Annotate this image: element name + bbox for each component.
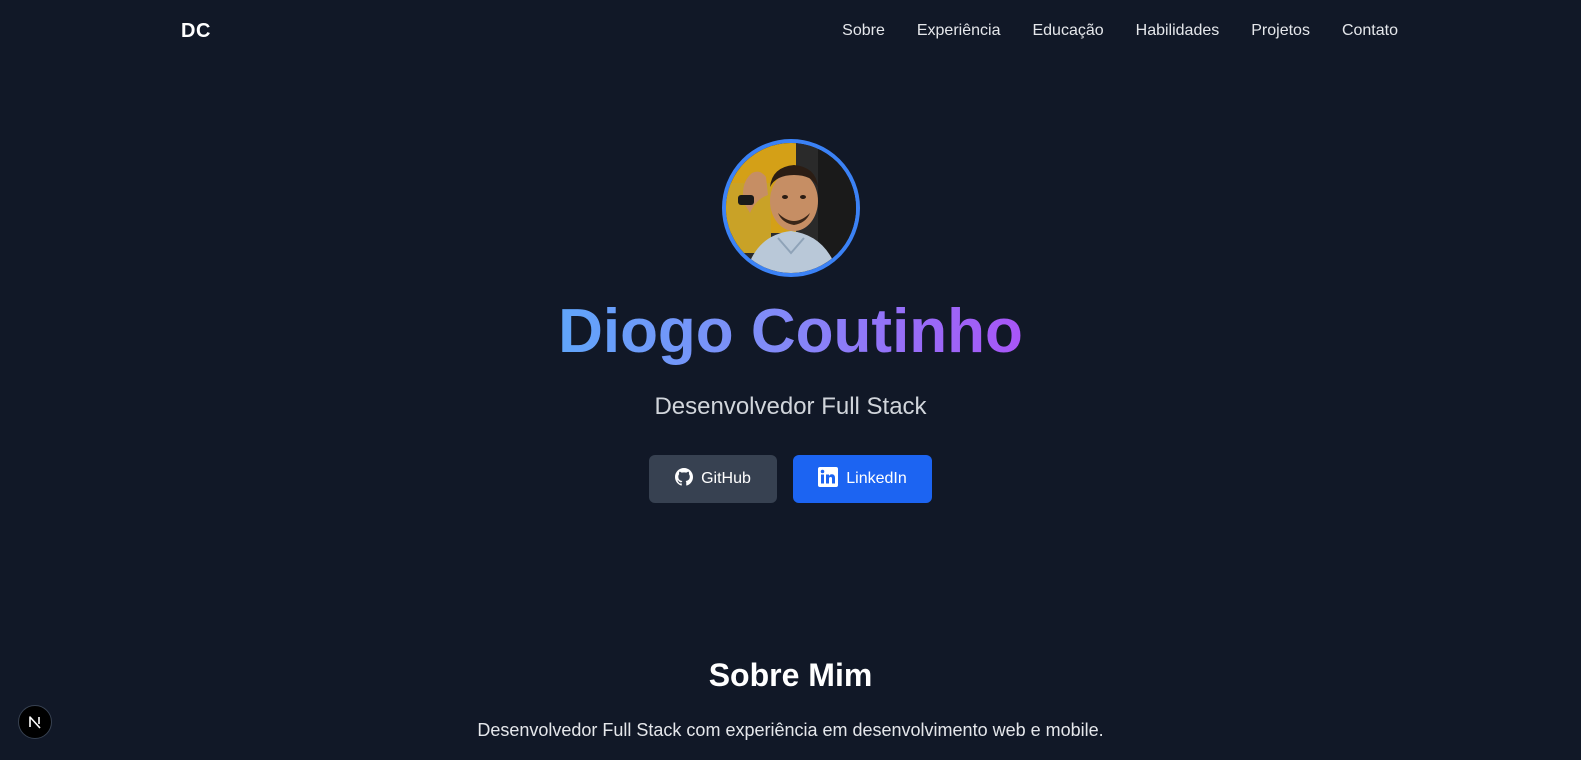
- nav-links: Sobre Experiência Educação Habilidades P…: [842, 22, 1398, 40]
- github-button-label: GitHub: [701, 470, 751, 487]
- hero-subtitle: Desenvolvedor Full Stack: [654, 393, 927, 420]
- avatar: [721, 139, 860, 277]
- hero-name: Diogo Coutinho: [558, 295, 1023, 369]
- nav-link-contato[interactable]: Contato: [1342, 22, 1398, 40]
- logo[interactable]: DC: [181, 20, 211, 43]
- linkedin-button[interactable]: LinkedIn: [793, 455, 932, 503]
- github-icon: [675, 467, 694, 491]
- nextjs-icon: [29, 716, 41, 729]
- github-button[interactable]: GitHub: [649, 455, 777, 503]
- nav-link-sobre[interactable]: Sobre: [842, 22, 885, 40]
- nav-link-experiencia[interactable]: Experiência: [917, 22, 1001, 40]
- linkedin-button-label: LinkedIn: [846, 470, 907, 487]
- about-title: Sobre Mim: [708, 657, 873, 693]
- about-text: Desenvolvedor Full Stack com experiência…: [477, 720, 1104, 740]
- nextjs-badge[interactable]: [18, 705, 52, 739]
- nav-link-educacao[interactable]: Educação: [1032, 22, 1103, 40]
- hero-section: Diogo Coutinho Desenvolvedor Full Stack …: [0, 139, 1581, 503]
- about-section: Sobre Mim Desenvolvedor Full Stack com e…: [0, 656, 1581, 741]
- nav-link-projetos[interactable]: Projetos: [1251, 22, 1310, 40]
- navbar: DC Sobre Experiência Educação Habilidade…: [0, 0, 1581, 64]
- nav-link-habilidades[interactable]: Habilidades: [1136, 22, 1220, 40]
- linkedin-icon: [818, 466, 839, 492]
- hero-buttons: GitHub LinkedIn: [649, 455, 932, 503]
- avatar-photo: [725, 143, 856, 273]
